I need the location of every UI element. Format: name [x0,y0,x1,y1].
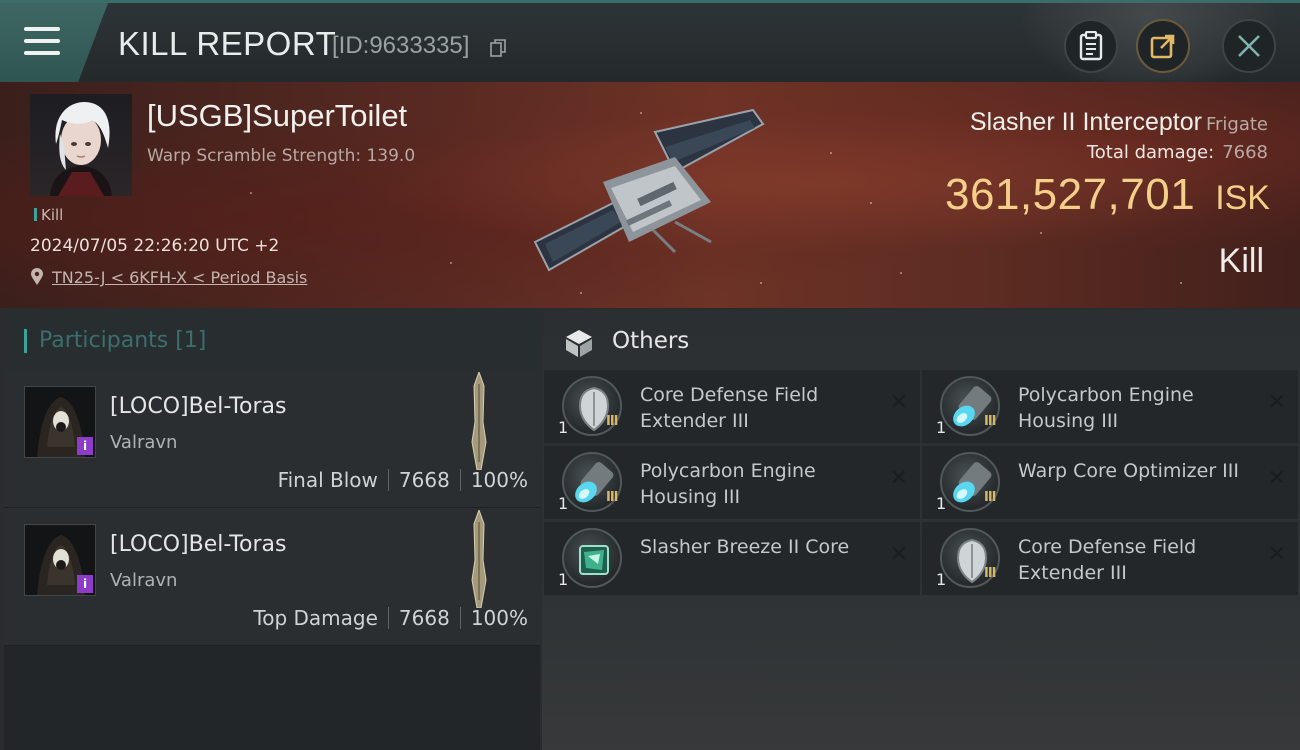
top-bar: KILL REPORT [ID:9633335] [0,0,1300,83]
victim-name[interactable]: [USGB]SuperToilet [147,98,407,134]
item-name: Polycarbon Engine Housing III [1018,384,1194,432]
info-tag-icon: i [77,575,93,593]
breeze-core-icon [562,528,622,588]
participant-row[interactable]: i [LOCO]Bel-Toras Valravn Top Damage 7668… [4,508,540,646]
share-button[interactable] [1136,19,1190,73]
item-name: Core Defense Field Extender III [1018,536,1197,584]
cargo-box-icon [566,330,592,357]
participant-damage: 7668 [398,606,450,630]
item-qty: 1 [558,418,569,437]
report-id: [ID:9633335] [332,32,470,59]
close-button[interactable] [1222,19,1276,73]
close-icon [1238,35,1260,57]
result-label: Kill [1218,242,1264,280]
ship-type: Slasher II Interceptor Frigate [970,108,1268,137]
meta-level-badge: III [984,414,996,429]
participant-percent: 100% [470,468,528,492]
participant-ship: Valravn [110,432,178,453]
participant-name[interactable]: [LOCO]Bel-Toras [110,532,286,557]
participant-stats: Top Damage 7668 100% [253,606,528,630]
meta-level-badge: III [984,566,996,581]
destroyed-icon: ✕ [889,542,908,567]
item-row[interactable]: 1 III Core Defense Field Extender III ✕ [544,370,920,443]
item-row[interactable]: 1 III Warp Core Optimizer III ✕ [922,446,1298,519]
participant-damage: 7668 [398,468,450,492]
ship-render [533,108,765,272]
participant-name[interactable]: [LOCO]Bel-Toras [110,394,286,419]
destroyed-icon: ✕ [1267,542,1286,567]
participant-stats: Final Blow 7668 100% [278,468,528,492]
total-damage-label: Total damage: [1086,142,1215,163]
participant-role: Final Blow [277,468,378,492]
isk-unit: ISK [1215,179,1270,217]
meta-level-badge: III [606,414,618,429]
ship-icon [471,372,487,470]
participant-ship: Valravn [110,570,178,591]
item-qty: 1 [558,494,569,513]
others-title: Others [612,328,690,354]
item-row[interactable]: 1 III Polycarbon Engine Housing III ✕ [922,370,1298,443]
item-qty: 1 [936,418,947,437]
destroyed-icon: ✕ [1267,390,1286,415]
others-panel: Others 1 III Core Defense Field Extender… [542,310,1300,750]
clipboard-icon [1079,31,1103,61]
item-name: Slasher Breeze II Core [640,536,850,558]
location-pin-icon [31,268,43,285]
ship-icon [471,510,487,608]
item-name: Polycarbon Engine Housing III [640,460,816,508]
total-damage: Total damage: 7668 [1087,142,1268,163]
item-row[interactable]: 1 III Core Defense Field Extender III ✕ [922,522,1298,595]
item-row[interactable]: 1 III Polycarbon Engine Housing III ✕ [544,446,920,519]
meta-level-badge: III [984,490,996,505]
copy-icon[interactable] [490,39,506,57]
participant-percent: 100% [470,606,528,630]
location-row: TN25-J < 6KFH-X < Period Basis [30,268,307,287]
isk-value: 361,527,701 ISK [945,170,1270,220]
destroyed-icon: ✕ [889,390,908,415]
info-tag-icon: i [77,437,93,455]
item-qty: 1 [936,494,947,513]
participant-avatar[interactable]: i [24,524,96,596]
kill-badge: Kill [34,206,63,224]
victim-portrait[interactable] [30,94,132,196]
item-row[interactable]: 1 Slasher Breeze II Core ✕ [544,522,920,595]
participant-role: Top Damage [253,606,378,630]
destroyed-icon: ✕ [1267,466,1286,491]
warp-scramble-strength: Warp Scramble Strength: 139.0 [147,146,416,166]
page-title: KILL REPORT [118,25,337,62]
participants-header: Participants [1] [4,310,540,370]
kill-banner: [USGB]SuperToilet Warp Scramble Strength… [0,82,1300,308]
participant-avatar[interactable]: i [24,386,96,458]
item-qty: 1 [936,570,947,589]
ship-class: Frigate [1205,114,1268,135]
share-icon [1150,34,1175,59]
location-link[interactable]: TN25-J < 6KFH-X < Period Basis [52,268,307,287]
participant-row[interactable]: i [LOCO]Bel-Toras Valravn Final Blow 7668… [4,370,540,508]
clipboard-button[interactable] [1064,19,1118,73]
participants-panel: Participants [1] i [LOCO]Bel-Toras Valra… [4,310,540,750]
meta-level-badge: III [606,490,618,505]
participants-title: Participants [1] [39,328,207,353]
kill-timestamp: 2024/07/05 22:26:20 UTC +2 [30,236,280,256]
ship-name[interactable]: Slasher II Interceptor [970,108,1202,136]
total-damage-value: 7668 [1222,142,1268,163]
menu-icon[interactable] [24,25,62,59]
item-qty: 1 [558,570,569,589]
item-name: Warp Core Optimizer III [1018,460,1239,482]
destroyed-icon: ✕ [889,466,908,491]
item-name: Core Defense Field Extender III [640,384,819,432]
isk-amount: 361,527,701 [945,170,1196,219]
others-header: Others [542,310,1300,370]
